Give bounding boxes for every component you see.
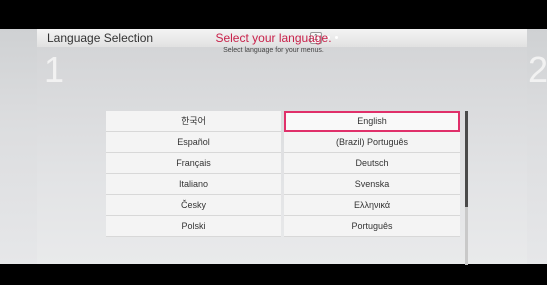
step-number-current: 1 — [44, 49, 65, 90]
language-option-selected[interactable]: English — [284, 111, 460, 132]
language-grid: 한국어 English Español (Brazil) Português F… — [106, 80, 460, 237]
language-option[interactable]: Français — [106, 153, 281, 174]
language-option[interactable]: Polski — [106, 216, 281, 237]
language-option[interactable]: Česky — [106, 195, 281, 216]
language-option[interactable]: (Brazil) Português — [284, 132, 460, 153]
step-number-next: 2 — [528, 49, 547, 90]
prompt-heading: Select your language. — [215, 31, 332, 45]
prompt-subheading: Select language for your menus. — [223, 47, 324, 54]
language-option[interactable]: Italiano — [106, 174, 281, 195]
scrollbar-thumb[interactable] — [465, 111, 468, 207]
language-option[interactable]: Svenska — [284, 174, 460, 195]
language-option[interactable]: Ελληνικά — [284, 195, 460, 216]
language-option[interactable]: Español — [106, 132, 281, 153]
language-option[interactable]: 한국어 — [106, 111, 281, 132]
language-option[interactable]: Deutsch — [284, 153, 460, 174]
language-option[interactable]: Português — [284, 216, 460, 237]
